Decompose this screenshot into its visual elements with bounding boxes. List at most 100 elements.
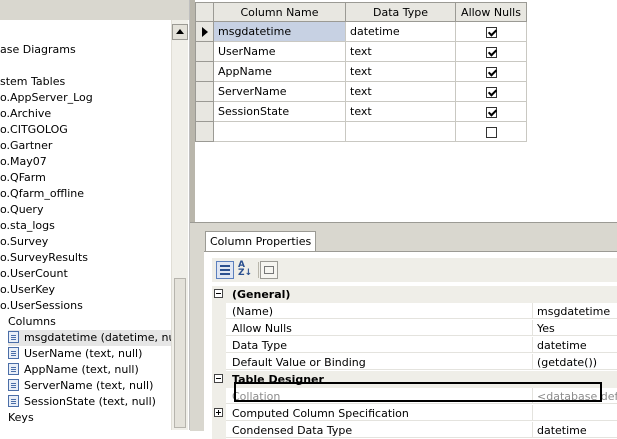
categorized-icon[interactable]: [216, 261, 234, 279]
allow-nulls-checkbox[interactable]: [485, 46, 497, 58]
tree-node-label: o.QFarm: [0, 171, 46, 184]
cell-data-type[interactable]: text: [345, 41, 456, 62]
tree-node[interactable]: o.Query: [0, 202, 43, 218]
tree-node[interactable]: o.UserSessions: [0, 298, 83, 314]
cell-data-type[interactable]: text: [345, 101, 456, 122]
row-selector[interactable]: [195, 121, 214, 142]
property-value[interactable]: datetime: [532, 422, 617, 438]
property-value[interactable]: Yes: [532, 320, 617, 336]
row-selector[interactable]: [195, 41, 214, 62]
tree-column-node[interactable]: SessionState (text, null): [8, 394, 156, 410]
property-value[interactable]: datetime: [532, 337, 617, 353]
collapse-icon[interactable]: [214, 289, 223, 298]
cell-data-type[interactable]: [345, 121, 456, 142]
collapse-icon[interactable]: [214, 374, 223, 383]
property-row[interactable]: (Name) msgdatetime: [212, 303, 617, 320]
property-value[interactable]: <database defau: [532, 388, 617, 404]
row-selector[interactable]: [195, 81, 214, 102]
property-row[interactable]: Collation<database defau: [212, 388, 617, 405]
property-name: Allow Nulls: [226, 320, 532, 336]
property-value[interactable]: [532, 405, 617, 421]
column-icon: [8, 331, 19, 343]
tree-node[interactable]: o.Archive: [0, 106, 51, 122]
explorer-scrollbar[interactable]: [171, 20, 188, 430]
property-row[interactable]: Default Value or Binding (getdate()): [212, 354, 617, 371]
property-value[interactable]: (getdate()): [532, 354, 617, 370]
tree-node[interactable]: o.QFarm: [0, 170, 46, 186]
row-gutter: [212, 303, 226, 320]
allow-nulls-checkbox[interactable]: [485, 106, 497, 118]
category-general[interactable]: (General): [212, 286, 617, 303]
cell-column-name[interactable]: AppName: [213, 61, 346, 82]
cell-column-name[interactable]: [213, 121, 346, 142]
tab-column-properties[interactable]: Column Properties: [205, 231, 317, 251]
tree-column-node[interactable]: msgdatetime (datetime, null): [8, 330, 186, 346]
current-row-arrow-icon[interactable]: [195, 21, 214, 42]
tree-node[interactable]: o.SurveyResults: [0, 250, 88, 266]
tree-node[interactable]: o.Survey: [0, 234, 48, 250]
property-row[interactable]: Computed Column Specification: [212, 405, 617, 422]
tree-column-node[interactable]: ServerName (text, null): [8, 378, 153, 394]
property-value[interactable]: msgdatetime: [532, 303, 617, 319]
property-row[interactable]: Data Type datetime: [212, 337, 617, 354]
header-data-type[interactable]: Data Type: [345, 2, 456, 22]
expand-icon[interactable]: [214, 408, 223, 417]
tree-node-label: o.Survey: [0, 235, 49, 248]
tree-node[interactable]: o.UserKey: [0, 282, 55, 298]
row-selector[interactable]: [195, 61, 214, 82]
table-row[interactable]: UserName text: [195, 41, 527, 62]
cell-column-name[interactable]: SessionState: [213, 101, 346, 122]
scrollbar-thumb[interactable]: [174, 278, 186, 428]
column-grid: Column Name Data Type Allow Nulls msgdat…: [190, 0, 617, 222]
column-icon: [8, 347, 19, 359]
cell-column-name[interactable]: ServerName: [213, 81, 346, 102]
tree-node-label: o.Archive: [0, 107, 52, 120]
cell-data-type[interactable]: datetime: [345, 21, 456, 42]
category-table-designer[interactable]: Table Designer: [212, 371, 617, 388]
cell-data-type[interactable]: text: [345, 81, 456, 102]
tree-node[interactable]: Columns: [8, 314, 56, 330]
table-row[interactable]: msgdatetime datetime: [195, 21, 527, 42]
cell-allow-nulls: [455, 101, 527, 122]
row-selector[interactable]: [195, 101, 214, 122]
allow-nulls-checkbox[interactable]: [485, 26, 497, 38]
header-allow-nulls[interactable]: Allow Nulls: [455, 2, 527, 22]
sort-alphabetical-icon[interactable]: A Z↓: [238, 261, 256, 279]
table-row[interactable]: SessionState text: [195, 101, 527, 122]
cell-data-type[interactable]: text: [345, 61, 456, 82]
allow-nulls-checkbox[interactable]: [485, 126, 497, 138]
table-row[interactable]: [195, 121, 527, 142]
category-label: (General): [232, 288, 291, 301]
tree-node[interactable]: o.UserCount: [0, 266, 68, 282]
tree-node[interactable]: o.sta_logs: [0, 218, 55, 234]
tree-node[interactable]: o.AppServer_Log: [0, 90, 93, 106]
property-row[interactable]: Allow Nulls Yes: [212, 320, 617, 337]
tree-node[interactable]: o.CITGOLOG: [0, 122, 68, 138]
cell-column-name[interactable]: UserName: [213, 41, 346, 62]
row-gutter: [212, 422, 226, 439]
tree-node[interactable]: o.Gartner: [0, 138, 52, 154]
tree-node-label: o.sta_logs: [0, 219, 55, 232]
tree-node-label: o.SurveyResults: [0, 251, 89, 264]
tree-column-node[interactable]: UserName (text, null): [8, 346, 142, 362]
allow-nulls-checkbox[interactable]: [485, 86, 497, 98]
cell-column-name[interactable]: msgdatetime: [213, 21, 346, 42]
tree-column-node[interactable]: AppName (text, null): [8, 362, 139, 378]
explorer-header: [0, 0, 189, 20]
table-row[interactable]: AppName text: [195, 61, 527, 82]
tree-node[interactable]: ase Diagrams: [0, 42, 76, 58]
tree-node[interactable]: Keys: [8, 410, 34, 426]
header-column-name[interactable]: Column Name: [213, 2, 346, 22]
property-pages-icon[interactable]: [260, 261, 278, 279]
property-row[interactable]: Condensed Data Type datetime: [212, 422, 617, 439]
properties-toolbar: A Z↓: [212, 258, 617, 282]
allow-nulls-checkbox[interactable]: [485, 66, 497, 78]
column-icon: [8, 395, 19, 407]
tree-node[interactable]: o.Qfarm_offline: [0, 186, 84, 202]
tree-node[interactable]: stem Tables: [0, 74, 65, 90]
tree-node[interactable]: o.May07: [0, 154, 47, 170]
scroll-up-button[interactable]: [172, 24, 188, 40]
properties-panel: A Z↓ (General) (Name) msgdatetime Allow Null…: [204, 251, 617, 439]
table-row[interactable]: ServerName text: [195, 81, 527, 102]
tree-node-label: Keys: [8, 411, 34, 424]
